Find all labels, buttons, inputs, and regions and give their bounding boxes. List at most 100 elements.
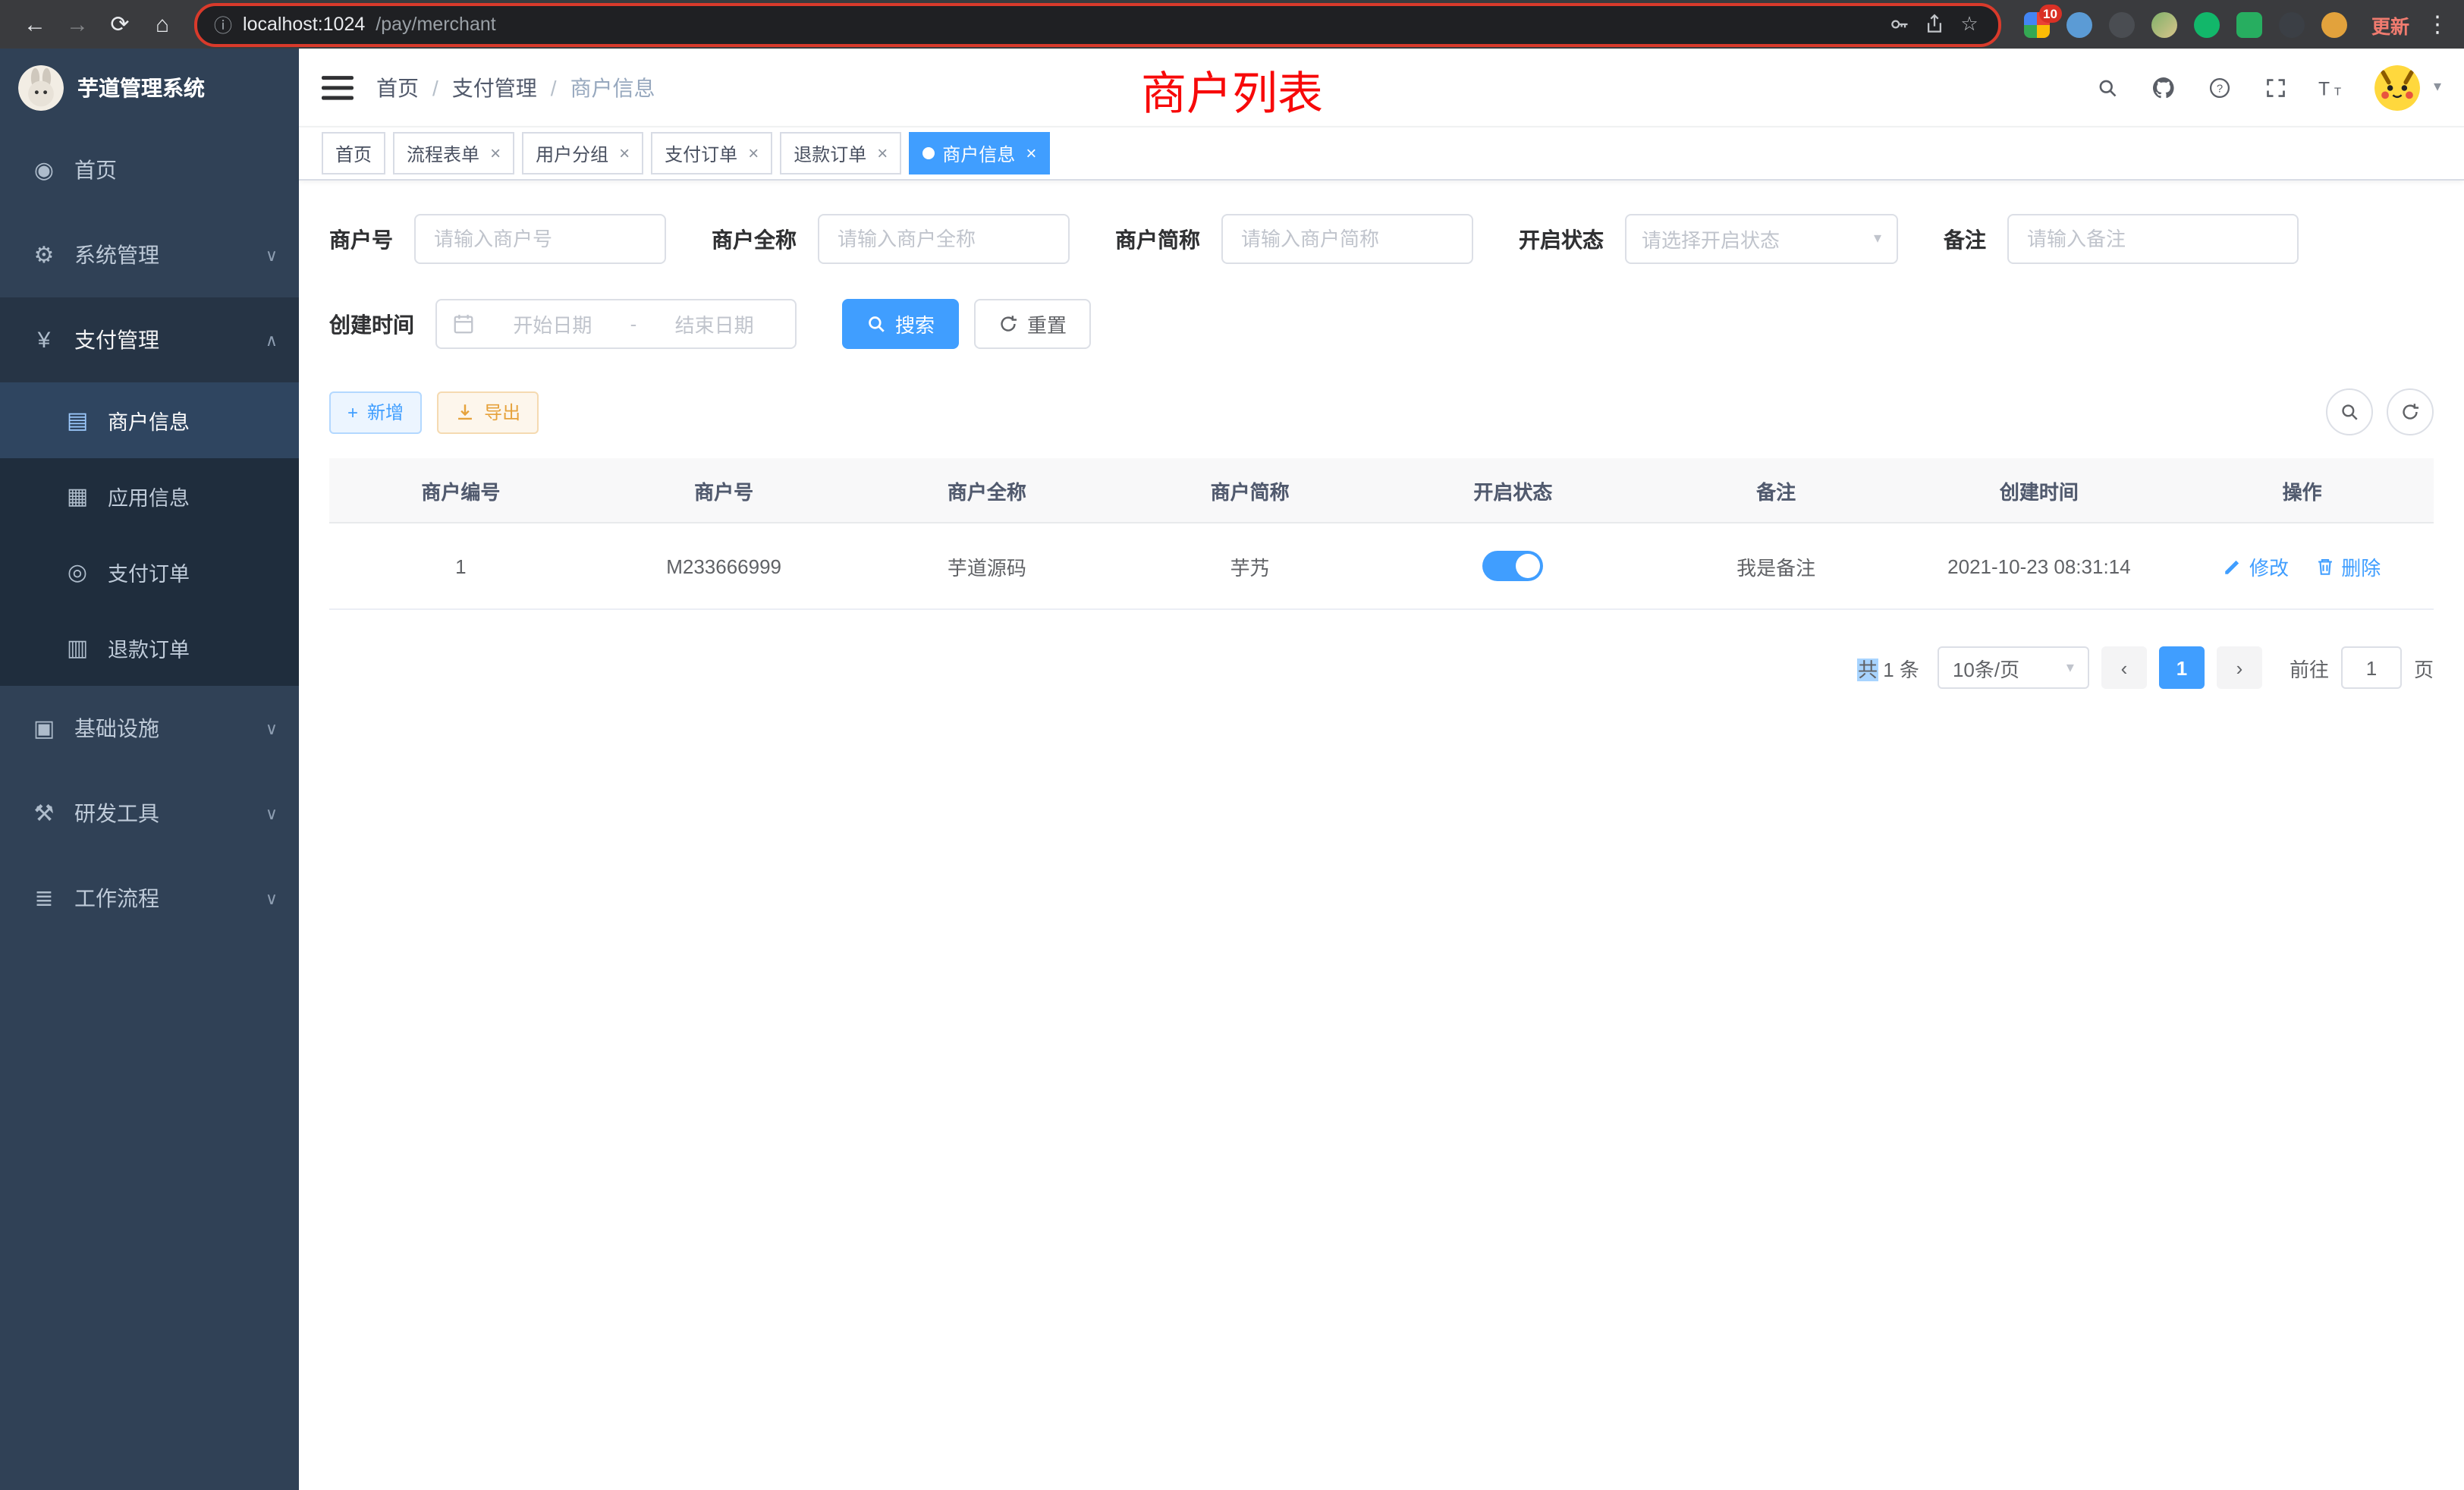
close-icon[interactable]: × xyxy=(490,143,501,164)
extension-badge: 10 xyxy=(2038,4,2062,23)
close-icon[interactable]: × xyxy=(619,143,630,164)
tab-label: 流程表单 xyxy=(407,140,479,166)
extension-icon-green-square[interactable] xyxy=(2236,11,2262,37)
sidebar-item-devtools[interactable]: ⚒ 研发工具 ∨ xyxy=(0,771,299,856)
sidebar-item-infra[interactable]: ▣ 基础设施 ∨ xyxy=(0,686,299,771)
tab-process-form[interactable]: 流程表单 × xyxy=(393,132,514,174)
github-icon[interactable] xyxy=(2150,74,2177,101)
full-name-input[interactable] xyxy=(818,214,1070,264)
sidebar-logo[interactable]: 芋道管理系统 xyxy=(0,49,299,127)
main-area: 首页 / 支付管理 / 商户信息 ? xyxy=(299,49,2464,1490)
breadcrumb-payment[interactable]: 支付管理 xyxy=(452,72,537,102)
caret-down-icon[interactable]: ▾ xyxy=(2434,79,2441,96)
sidebar-item-app-info[interactable]: ▦ 应用信息 xyxy=(0,458,299,534)
bookmark-star-icon[interactable]: ☆ xyxy=(1957,12,1982,36)
extension-icon-orange[interactable] xyxy=(2321,11,2347,37)
gear-icon: ⚙ xyxy=(30,241,58,269)
breadcrumb-separator: / xyxy=(432,75,438,99)
reset-button[interactable]: 重置 xyxy=(974,299,1091,349)
extension-icon-green-circle[interactable] xyxy=(2194,11,2220,37)
sidebar-item-home[interactable]: ◉ 首页 xyxy=(0,127,299,212)
breadcrumb-home[interactable]: 首页 xyxy=(376,72,419,102)
tab-merchant-info[interactable]: 商户信息 × xyxy=(909,132,1050,174)
cell-merchant-id: 1 xyxy=(329,523,592,609)
sidebar-item-pay-order[interactable]: ◎ 支付订单 xyxy=(0,534,299,610)
header-actions: ? TT ▾ xyxy=(2094,64,2441,110)
date-range-picker[interactable]: 开始日期 - 结束日期 xyxy=(435,299,797,349)
close-icon[interactable]: × xyxy=(877,143,888,164)
page-number-1[interactable]: 1 xyxy=(2159,646,2205,689)
close-icon[interactable]: × xyxy=(1026,143,1036,164)
prev-page-button[interactable]: ‹ xyxy=(2101,646,2147,689)
sidebar-item-label: 研发工具 xyxy=(74,798,159,828)
sidebar-item-label: 首页 xyxy=(74,155,117,185)
goto-page-input[interactable] xyxy=(2341,646,2402,689)
home-icon[interactable]: ⌂ xyxy=(143,5,182,44)
remark-input[interactable] xyxy=(2007,214,2299,264)
short-name-input[interactable] xyxy=(1221,214,1473,264)
sidebar-item-workflow[interactable]: ≣ 工作流程 ∨ xyxy=(0,856,299,941)
forward-icon[interactable]: → xyxy=(58,5,97,44)
refresh-table-button[interactable] xyxy=(2387,388,2434,435)
sidebar-item-label: 工作流程 xyxy=(74,883,159,913)
sidebar-item-system[interactable]: ⚙ 系统管理 ∨ xyxy=(0,212,299,297)
tools-icon: ⚒ xyxy=(30,800,58,827)
delete-link[interactable]: 删除 xyxy=(2315,552,2381,580)
show-search-button[interactable] xyxy=(2326,388,2373,435)
hamburger-icon[interactable] xyxy=(322,74,354,100)
extension-icon-blue[interactable] xyxy=(2066,11,2092,37)
refresh-icon xyxy=(998,314,1018,334)
sidebar-item-merchant-info[interactable]: ▤ 商户信息 xyxy=(0,382,299,458)
reload-icon[interactable]: ⟳ xyxy=(100,5,140,44)
tab-refund-order[interactable]: 退款订单 × xyxy=(780,132,901,174)
page-content: 商户号 商户全称 商户简称 开启状态 请选择开启状态 xyxy=(299,181,2464,1490)
goto-label: 前往 xyxy=(2290,653,2329,682)
cell-short-name: 芋艿 xyxy=(1118,523,1381,609)
user-avatar[interactable] xyxy=(2374,64,2420,110)
col-short-name: 商户简称 xyxy=(1118,458,1381,523)
chevron-down-icon: ▾ xyxy=(1874,231,1881,247)
chevron-down-icon: ∨ xyxy=(266,245,278,265)
browser-update-button[interactable]: 更新 xyxy=(2371,10,2409,39)
add-button[interactable]: + 新增 xyxy=(329,391,422,433)
extension-icon-colorful[interactable]: 10 xyxy=(2024,11,2050,37)
app-title: 芋道管理系统 xyxy=(77,73,205,103)
share-icon[interactable] xyxy=(1922,12,1947,36)
app-shell: 芋道管理系统 ◉ 首页 ⚙ 系统管理 ∨ ¥ 支付管理 ∧ xyxy=(0,49,2464,1490)
help-icon[interactable]: ? xyxy=(2206,74,2233,101)
sidebar-item-refund-order[interactable]: ▥ 退款订单 xyxy=(0,610,299,686)
col-create-time: 创建时间 xyxy=(1908,458,2171,523)
tab-home[interactable]: 首页 xyxy=(322,132,385,174)
status-select[interactable]: 请选择开启状态 ▾ xyxy=(1625,214,1898,264)
tab-label: 首页 xyxy=(335,140,372,166)
search-button[interactable]: 搜索 xyxy=(842,299,959,349)
app-header: 首页 / 支付管理 / 商户信息 ? xyxy=(299,49,2464,127)
export-button[interactable]: 导出 xyxy=(437,391,539,433)
status-toggle[interactable] xyxy=(1482,551,1543,581)
browser-menu-icon[interactable]: ⋮ xyxy=(2426,11,2449,38)
extension-icon-avatar[interactable] xyxy=(2151,11,2177,37)
page-size-select[interactable]: 10条/页 ▾ xyxy=(1938,646,2089,689)
extension-icon-dark[interactable] xyxy=(2109,11,2135,37)
merchant-no-input[interactable] xyxy=(414,214,666,264)
tab-pay-order[interactable]: 支付订单 × xyxy=(651,132,772,174)
screen: ← → ⟳ ⌂ ⓘ localhost:1024 /pay/merchant ☆… xyxy=(0,0,2464,1490)
calendar-icon xyxy=(452,313,475,335)
font-size-icon[interactable]: TT xyxy=(2318,74,2346,101)
close-icon[interactable]: × xyxy=(748,143,759,164)
page-info-icon[interactable]: ⓘ xyxy=(214,11,232,37)
search-icon[interactable] xyxy=(2094,74,2121,101)
extension-icon-tool[interactable] xyxy=(2279,11,2305,37)
table-toolbar: + 新增 导出 xyxy=(329,388,2434,435)
url-bar[interactable]: ⓘ localhost:1024 /pay/merchant ☆ xyxy=(194,2,2001,46)
edit-link[interactable]: 修改 xyxy=(2224,552,2289,580)
back-icon[interactable]: ← xyxy=(15,5,55,44)
sidebar-item-label: 系统管理 xyxy=(74,240,159,270)
password-key-icon[interactable] xyxy=(1887,12,1912,36)
fullscreen-icon[interactable] xyxy=(2262,74,2290,101)
sidebar-item-payment[interactable]: ¥ 支付管理 ∧ xyxy=(0,297,299,382)
field-label: 商户全称 xyxy=(712,224,797,254)
tab-user-group[interactable]: 用户分组 × xyxy=(522,132,643,174)
next-page-button[interactable]: › xyxy=(2217,646,2262,689)
breadcrumb-current: 商户信息 xyxy=(570,72,655,102)
